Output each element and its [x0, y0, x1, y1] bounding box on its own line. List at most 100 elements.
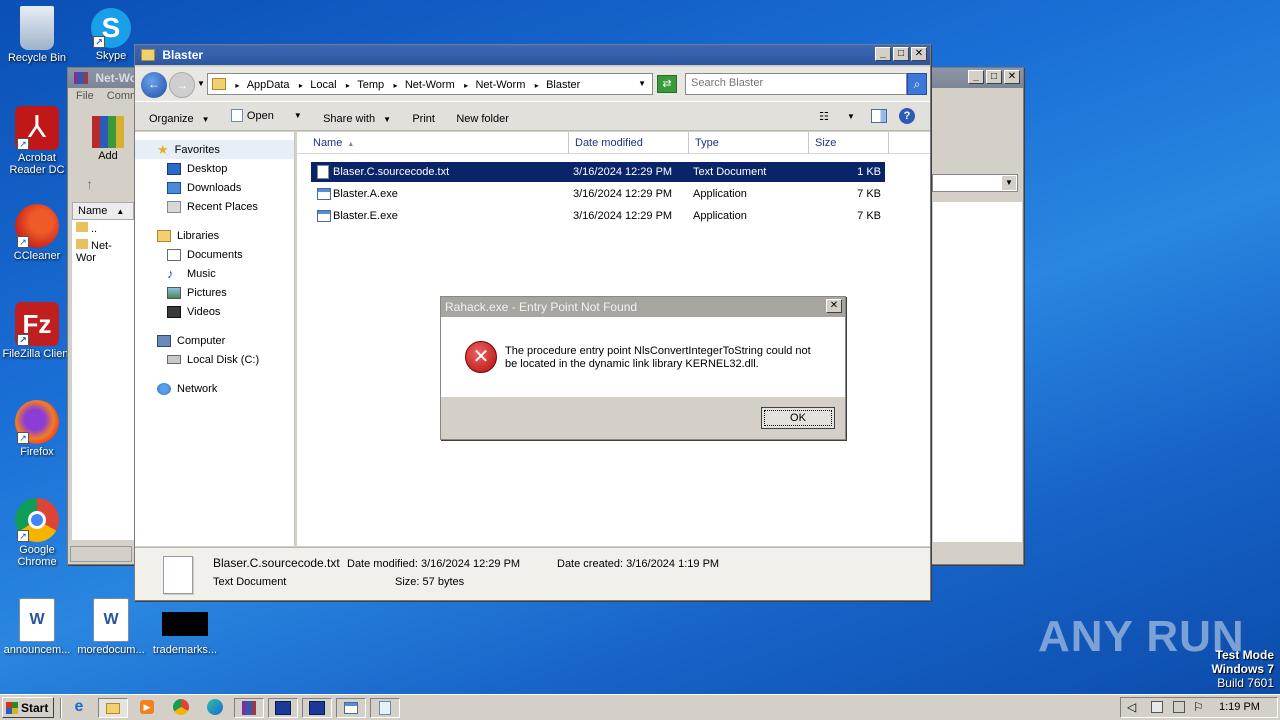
action-center-flag-icon[interactable]: ⚐ [1193, 700, 1204, 714]
edge-taskbar-icon[interactable] [204, 698, 226, 718]
file-name: Blaser.C.sourcecode.txt [333, 166, 450, 178]
explorer-taskbar-icon[interactable] [98, 698, 128, 718]
breadcrumb-net-worm-2[interactable]: Net-Worm [475, 79, 525, 91]
nav-local-disk[interactable]: Local Disk (C:) [135, 350, 294, 369]
menu-file[interactable]: File [76, 90, 94, 102]
search-input[interactable] [686, 74, 886, 92]
maximize-button[interactable]: □ [986, 70, 1002, 84]
desktop-icon-filezilla[interactable]: Fz ↗ FileZilla Client [0, 302, 74, 360]
add-button[interactable]: Add [92, 116, 124, 162]
print-button[interactable]: Print [412, 113, 435, 125]
search-button[interactable]: ⌕ [907, 73, 927, 95]
desktop-icon-acrobat[interactable]: ⅄ ↗ Acrobat Reader DC [0, 106, 74, 176]
close-button[interactable]: ✕ [911, 47, 927, 61]
desktop-icon-recycle-bin[interactable]: Recycle Bin [0, 6, 74, 64]
chrome-taskbar-icon[interactable] [170, 698, 192, 718]
breadcrumb-blaster[interactable]: Blaster [546, 79, 580, 91]
recent-pages-chevron-icon[interactable]: ▼ [197, 79, 205, 88]
address-dropdown-icon[interactable]: ▼ [638, 79, 646, 88]
address-bar[interactable]: ▸ AppData ▸ Local ▸ Temp ▸ Net-Worm ▸ Ne… [207, 73, 653, 95]
nav-recent-label: Recent Places [187, 200, 258, 213]
ie-taskbar-icon[interactable]: e [68, 698, 90, 718]
dialog-titlebar[interactable]: Rahack.exe - Entry Point Not Found ✕ [441, 297, 845, 317]
column-name-header[interactable]: Name [78, 205, 107, 217]
network-tray-icon[interactable] [1151, 701, 1163, 713]
background-dropdown[interactable]: ▼ [932, 174, 1018, 192]
recycle-bin-icon [20, 6, 54, 50]
list-item[interactable]: .. [72, 220, 134, 237]
help-icon[interactable]: ? [899, 108, 915, 124]
media-player-taskbar-icon[interactable]: ▶ [136, 698, 158, 718]
error-dialog[interactable]: Rahack.exe - Entry Point Not Found ✕ ✕ T… [440, 296, 846, 440]
desktop-icon-announcement-doc[interactable]: W announcem... [0, 598, 74, 656]
file-type: Application [693, 188, 747, 200]
refresh-button[interactable]: ⇄ [657, 75, 677, 93]
nav-recent-places[interactable]: Recent Places [135, 197, 294, 216]
breadcrumb-appdata[interactable]: AppData [247, 79, 290, 91]
open-button[interactable]: Open ▼ [230, 109, 302, 122]
new-folder-button[interactable]: New folder [456, 113, 509, 125]
table-row[interactable]: Blaser.C.sourcecode.txt 3/16/2024 12:29 … [311, 162, 885, 182]
power-icon[interactable] [1173, 701, 1185, 713]
file-type: Text Document [693, 166, 767, 178]
up-folder-button[interactable]: ↑ [86, 176, 93, 192]
breadcrumb-net-worm[interactable]: Net-Worm [405, 79, 455, 91]
nav-network[interactable]: Network [135, 379, 294, 398]
preview-pane-icon[interactable] [871, 109, 887, 123]
desktop-icon-chrome[interactable]: ↗ Google Chrome [0, 498, 74, 568]
app-taskbar-button-1[interactable] [268, 698, 298, 718]
start-button[interactable]: Start [2, 697, 54, 718]
explorer-titlebar[interactable]: Blaster _ □ ✕ [135, 45, 930, 65]
column-header-name[interactable]: Name ▲ [297, 132, 569, 154]
back-button[interactable]: ← [141, 72, 167, 98]
desktop-icon-trademarks[interactable]: trademarks... [148, 612, 222, 656]
desktop-icon-ccleaner[interactable]: ↗ CCleaner [0, 204, 74, 262]
table-row[interactable]: Blaster.A.exe 3/16/2024 12:29 PM Applica… [311, 184, 885, 204]
nav-pictures[interactable]: Pictures [135, 283, 294, 302]
nav-music[interactable]: ♪ Music [135, 264, 294, 283]
background-list: .. Net-Wor [72, 220, 134, 540]
app-taskbar-button-2[interactable] [302, 698, 332, 718]
column-header-size[interactable]: Size [809, 132, 889, 154]
breadcrumb-local[interactable]: Local [310, 79, 336, 91]
search-box[interactable] [685, 73, 907, 95]
forward-button[interactable]: → [169, 72, 195, 98]
winrar-taskbar-icon[interactable] [234, 698, 264, 718]
dialog-close-button[interactable]: ✕ [826, 299, 842, 313]
nav-downloads[interactable]: Downloads [135, 178, 294, 197]
maximize-button[interactable]: □ [893, 47, 909, 61]
chevron-down-icon[interactable]: ▼ [847, 112, 855, 121]
table-row[interactable]: Blaster.E.exe 3/16/2024 12:29 PM Applica… [311, 206, 885, 226]
minimize-button[interactable]: _ [875, 47, 891, 61]
desktop-icon-firefox[interactable]: ↗ Firefox [0, 400, 74, 458]
close-button[interactable]: ✕ [1004, 70, 1020, 84]
nav-favorites[interactable]: ★ Favorites [135, 140, 294, 159]
organize-button[interactable]: Organize ▼ [149, 113, 210, 125]
application-file-icon [317, 188, 331, 200]
nav-libraries-label: Libraries [177, 229, 220, 242]
column-type-label: Type [695, 137, 719, 149]
app-taskbar-button-3[interactable] [336, 698, 366, 718]
nav-computer[interactable]: Computer [135, 331, 294, 350]
add-button-label: Add [98, 150, 118, 162]
nav-documents[interactable]: Documents [135, 245, 294, 264]
desktop-icon-moredocuments-doc[interactable]: W moredocum... [74, 598, 148, 656]
notepad-taskbar-button[interactable] [370, 698, 400, 718]
shortcut-arrow-icon: ↗ [17, 236, 29, 248]
breadcrumb-temp[interactable]: Temp [357, 79, 384, 91]
error-message: The procedure entry point NlsConvertInte… [505, 345, 811, 371]
minimize-button[interactable]: _ [968, 70, 984, 84]
nav-libraries[interactable]: Libraries [135, 226, 294, 245]
list-item[interactable]: Net-Wor [72, 237, 134, 266]
view-options-icon[interactable]: ☷ [819, 110, 829, 123]
downloads-icon [167, 181, 181, 194]
ok-button[interactable]: OK [761, 407, 835, 429]
nav-videos[interactable]: Videos [135, 302, 294, 321]
volume-icon[interactable]: ◁ [1127, 700, 1136, 714]
clock[interactable]: 1:19 PM [1219, 701, 1260, 713]
nav-desktop[interactable]: Desktop [135, 159, 294, 178]
details-created-value: 3/16/2024 1:19 PM [626, 558, 720, 570]
share-with-button[interactable]: Share with ▼ [323, 113, 391, 125]
column-header-type[interactable]: Type [689, 132, 809, 154]
column-header-date[interactable]: Date modified [569, 132, 689, 154]
